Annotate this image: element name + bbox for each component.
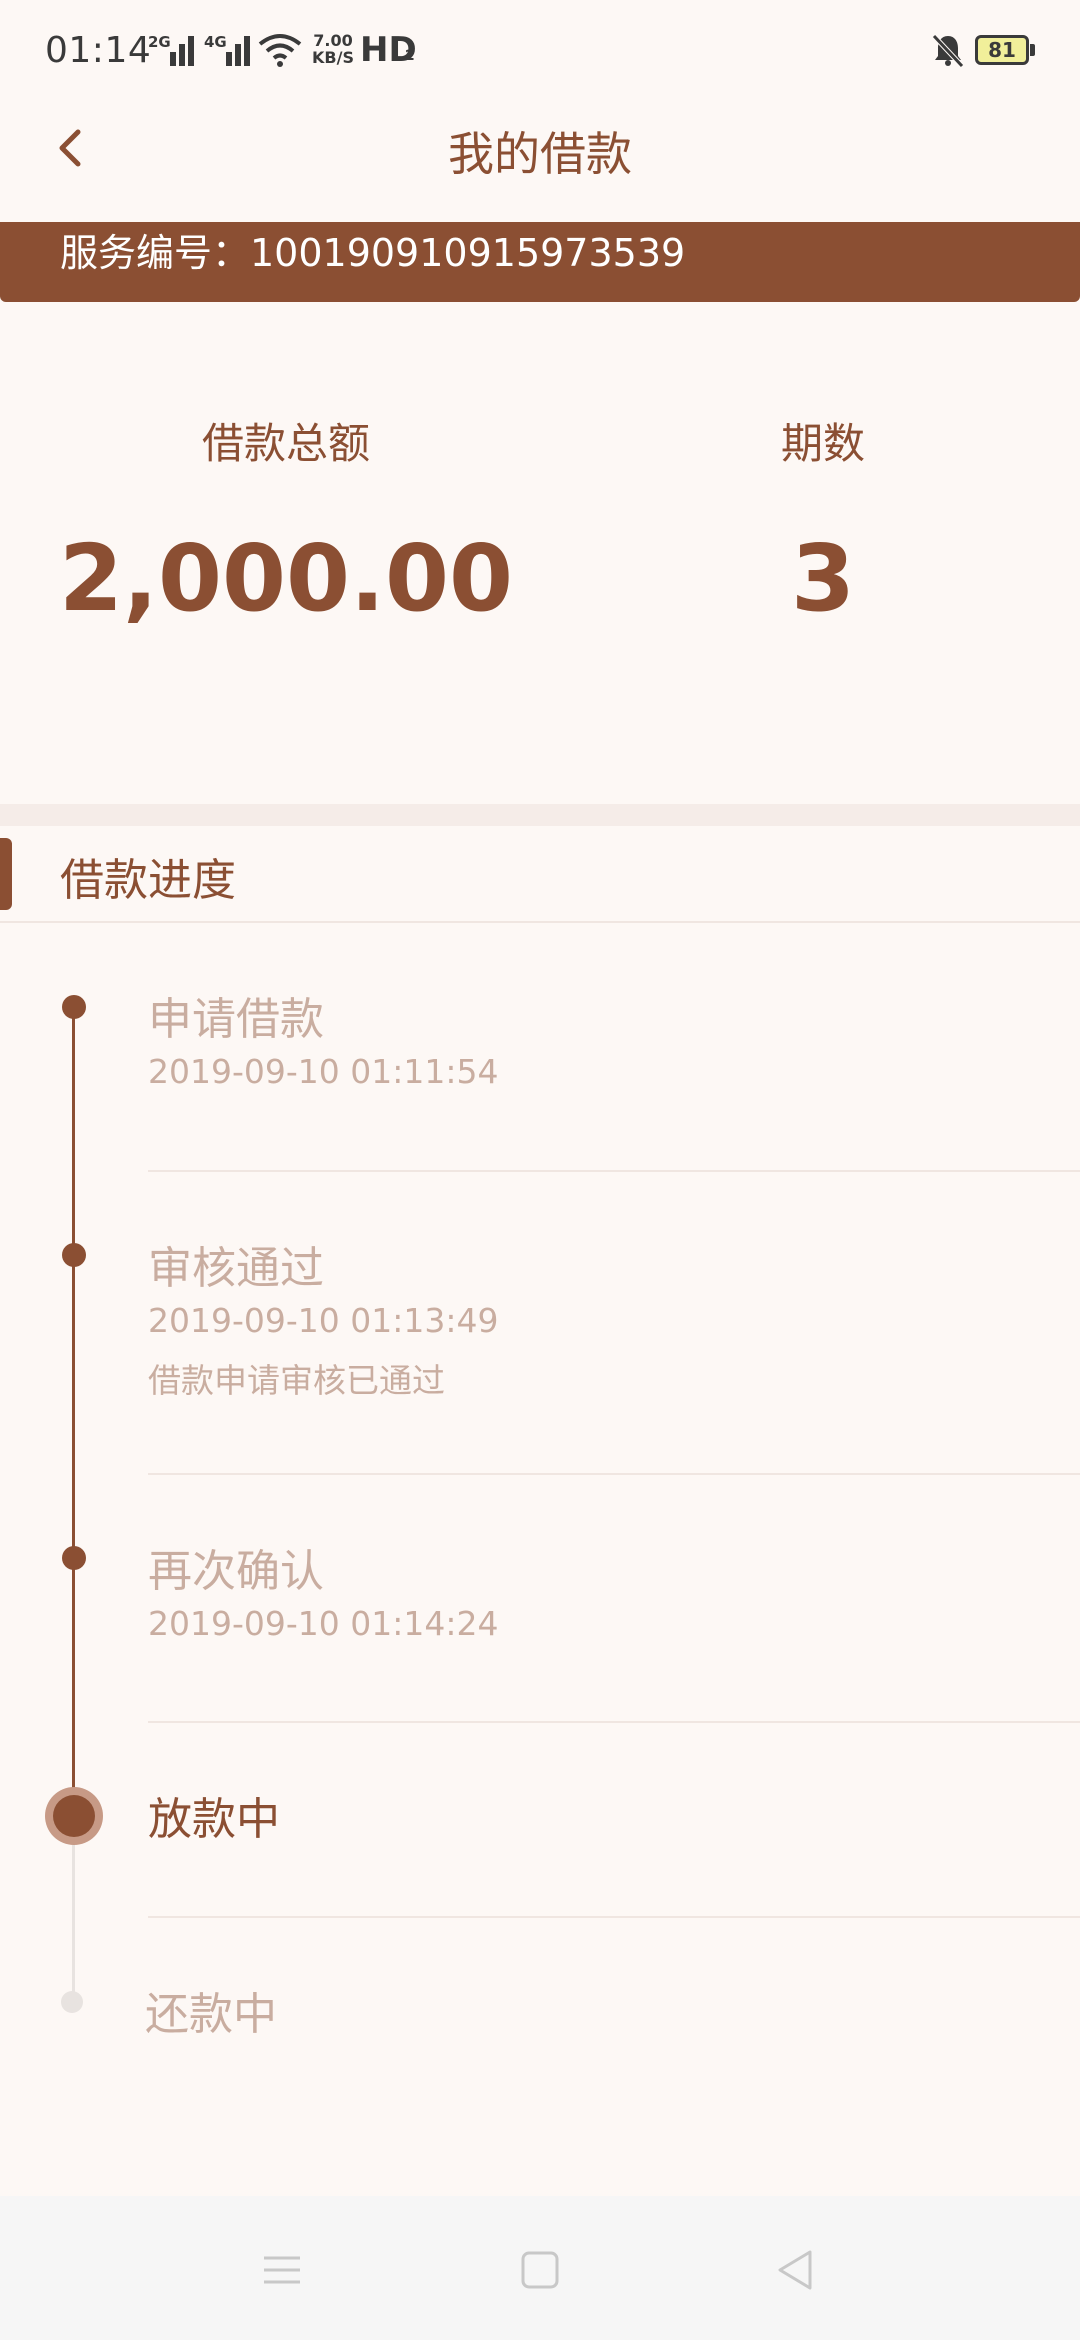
section-marker	[0, 838, 12, 910]
section-separator	[0, 804, 1080, 826]
network-speed-unit: KB/S	[312, 48, 354, 67]
step-time: 2019-09-10 01:14:24	[148, 1604, 499, 1643]
periods-label: 期数	[780, 419, 865, 468]
timeline-dot	[62, 995, 86, 1019]
network-speed-value: 7.00	[313, 31, 353, 50]
menu-icon[interactable]	[252, 2240, 312, 2300]
status-time: 01:14	[45, 30, 152, 71]
step-divider	[148, 1170, 1080, 1172]
section-title: 借款进度	[60, 855, 236, 906]
step-divider	[148, 1916, 1080, 1918]
timeline-dot-pending	[61, 1991, 83, 2013]
step-title: 再次确认	[148, 1546, 324, 1597]
timeline-dot-active-inner	[53, 1795, 95, 1837]
status-bar: 01:14 2G 4G 7.00 KB/S HD 2 81	[0, 0, 1080, 100]
chevron-left-icon[interactable]	[52, 128, 92, 168]
step-title-active: 放款中	[148, 1794, 280, 1845]
section-divider	[0, 921, 1080, 923]
wifi-icon	[258, 34, 302, 67]
battery-cap	[1030, 44, 1035, 56]
step-divider	[148, 1721, 1080, 1723]
amount-value: 2,000.00	[59, 525, 513, 632]
page-title: 我的借款	[448, 127, 632, 181]
step-title: 还款中	[145, 1989, 277, 2040]
mute-bell-icon	[932, 34, 964, 68]
timeline-dot	[62, 1243, 86, 1267]
step-time: 2019-09-10 01:13:49	[148, 1301, 499, 1340]
battery-level: 81	[988, 38, 1016, 62]
timeline-line-done	[72, 1006, 75, 1812]
periods-value: 3	[790, 525, 855, 632]
signal-2g-icon: 2G	[148, 34, 198, 68]
service-number: 服务编号：100190910915973539	[60, 231, 686, 275]
amount-label: 借款总额	[201, 419, 370, 468]
step-title: 申请借款	[148, 994, 324, 1045]
step-note: 借款申请审核已通过	[148, 1361, 445, 1400]
square-icon[interactable]	[510, 2240, 570, 2300]
step-divider	[148, 1473, 1080, 1475]
signal-4g-icon: 4G	[204, 34, 254, 68]
triangle-back-icon[interactable]	[766, 2240, 826, 2300]
step-title: 审核通过	[148, 1243, 324, 1294]
hd-indicator-sub: 2	[405, 48, 415, 64]
step-time: 2019-09-10 01:11:54	[148, 1052, 499, 1091]
network-speed: 7.00 KB/S	[312, 32, 354, 66]
timeline-dot	[62, 1546, 86, 1570]
